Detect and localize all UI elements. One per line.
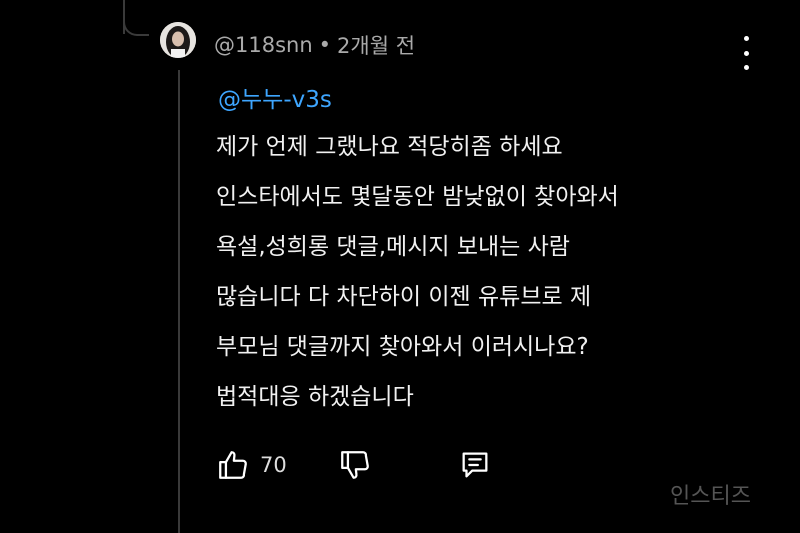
more-vertical-icon bbox=[743, 36, 749, 70]
comment-line: 많습니다 다 차단하이 이젠 유튜브로 제 bbox=[216, 284, 592, 310]
like-count: 70 bbox=[260, 453, 287, 477]
comment-line: 부모님 댓글까지 찾아와서 이러시나요? bbox=[216, 334, 589, 360]
comment-line: 법적대응 하겠습니다 bbox=[216, 384, 414, 410]
thread-connector bbox=[123, 8, 149, 36]
comment-line: 욕설,성희롱 댓글,메시지 보내는 사람 bbox=[216, 234, 570, 260]
comment-time[interactable]: 2개월 전 bbox=[337, 30, 415, 60]
comment-line: 제가 언제 그랬나요 적당히좀 하세요 bbox=[216, 134, 563, 160]
reply-comment-icon bbox=[462, 452, 488, 478]
author-name[interactable]: @118snn bbox=[214, 33, 313, 57]
thumbs-down-icon bbox=[341, 451, 369, 479]
meta-separator: • bbox=[318, 33, 332, 57]
comment-line: 인스타에서도 몇달동안 밤낮없이 찾아와서 bbox=[216, 184, 619, 210]
site-watermark: 인스티즈 bbox=[670, 484, 751, 509]
avatar[interactable] bbox=[160, 22, 196, 58]
reply-thread-line bbox=[178, 70, 180, 533]
reply-button[interactable] bbox=[458, 448, 492, 482]
comment-actions: 70 bbox=[216, 448, 516, 488]
comment-meta: @118snn • 2개월 전 bbox=[214, 30, 415, 60]
dislike-button[interactable] bbox=[338, 448, 372, 482]
mention-link[interactable]: @누누-v3s bbox=[218, 80, 332, 114]
thumbs-up-icon bbox=[219, 451, 247, 479]
like-button[interactable]: 70 bbox=[216, 448, 287, 482]
more-options-button[interactable] bbox=[735, 36, 757, 70]
comment-body: 제가 언제 그랬나요 적당히좀 하세요 인스타에서도 몇달동안 밤낮없이 찾아와… bbox=[216, 122, 619, 422]
